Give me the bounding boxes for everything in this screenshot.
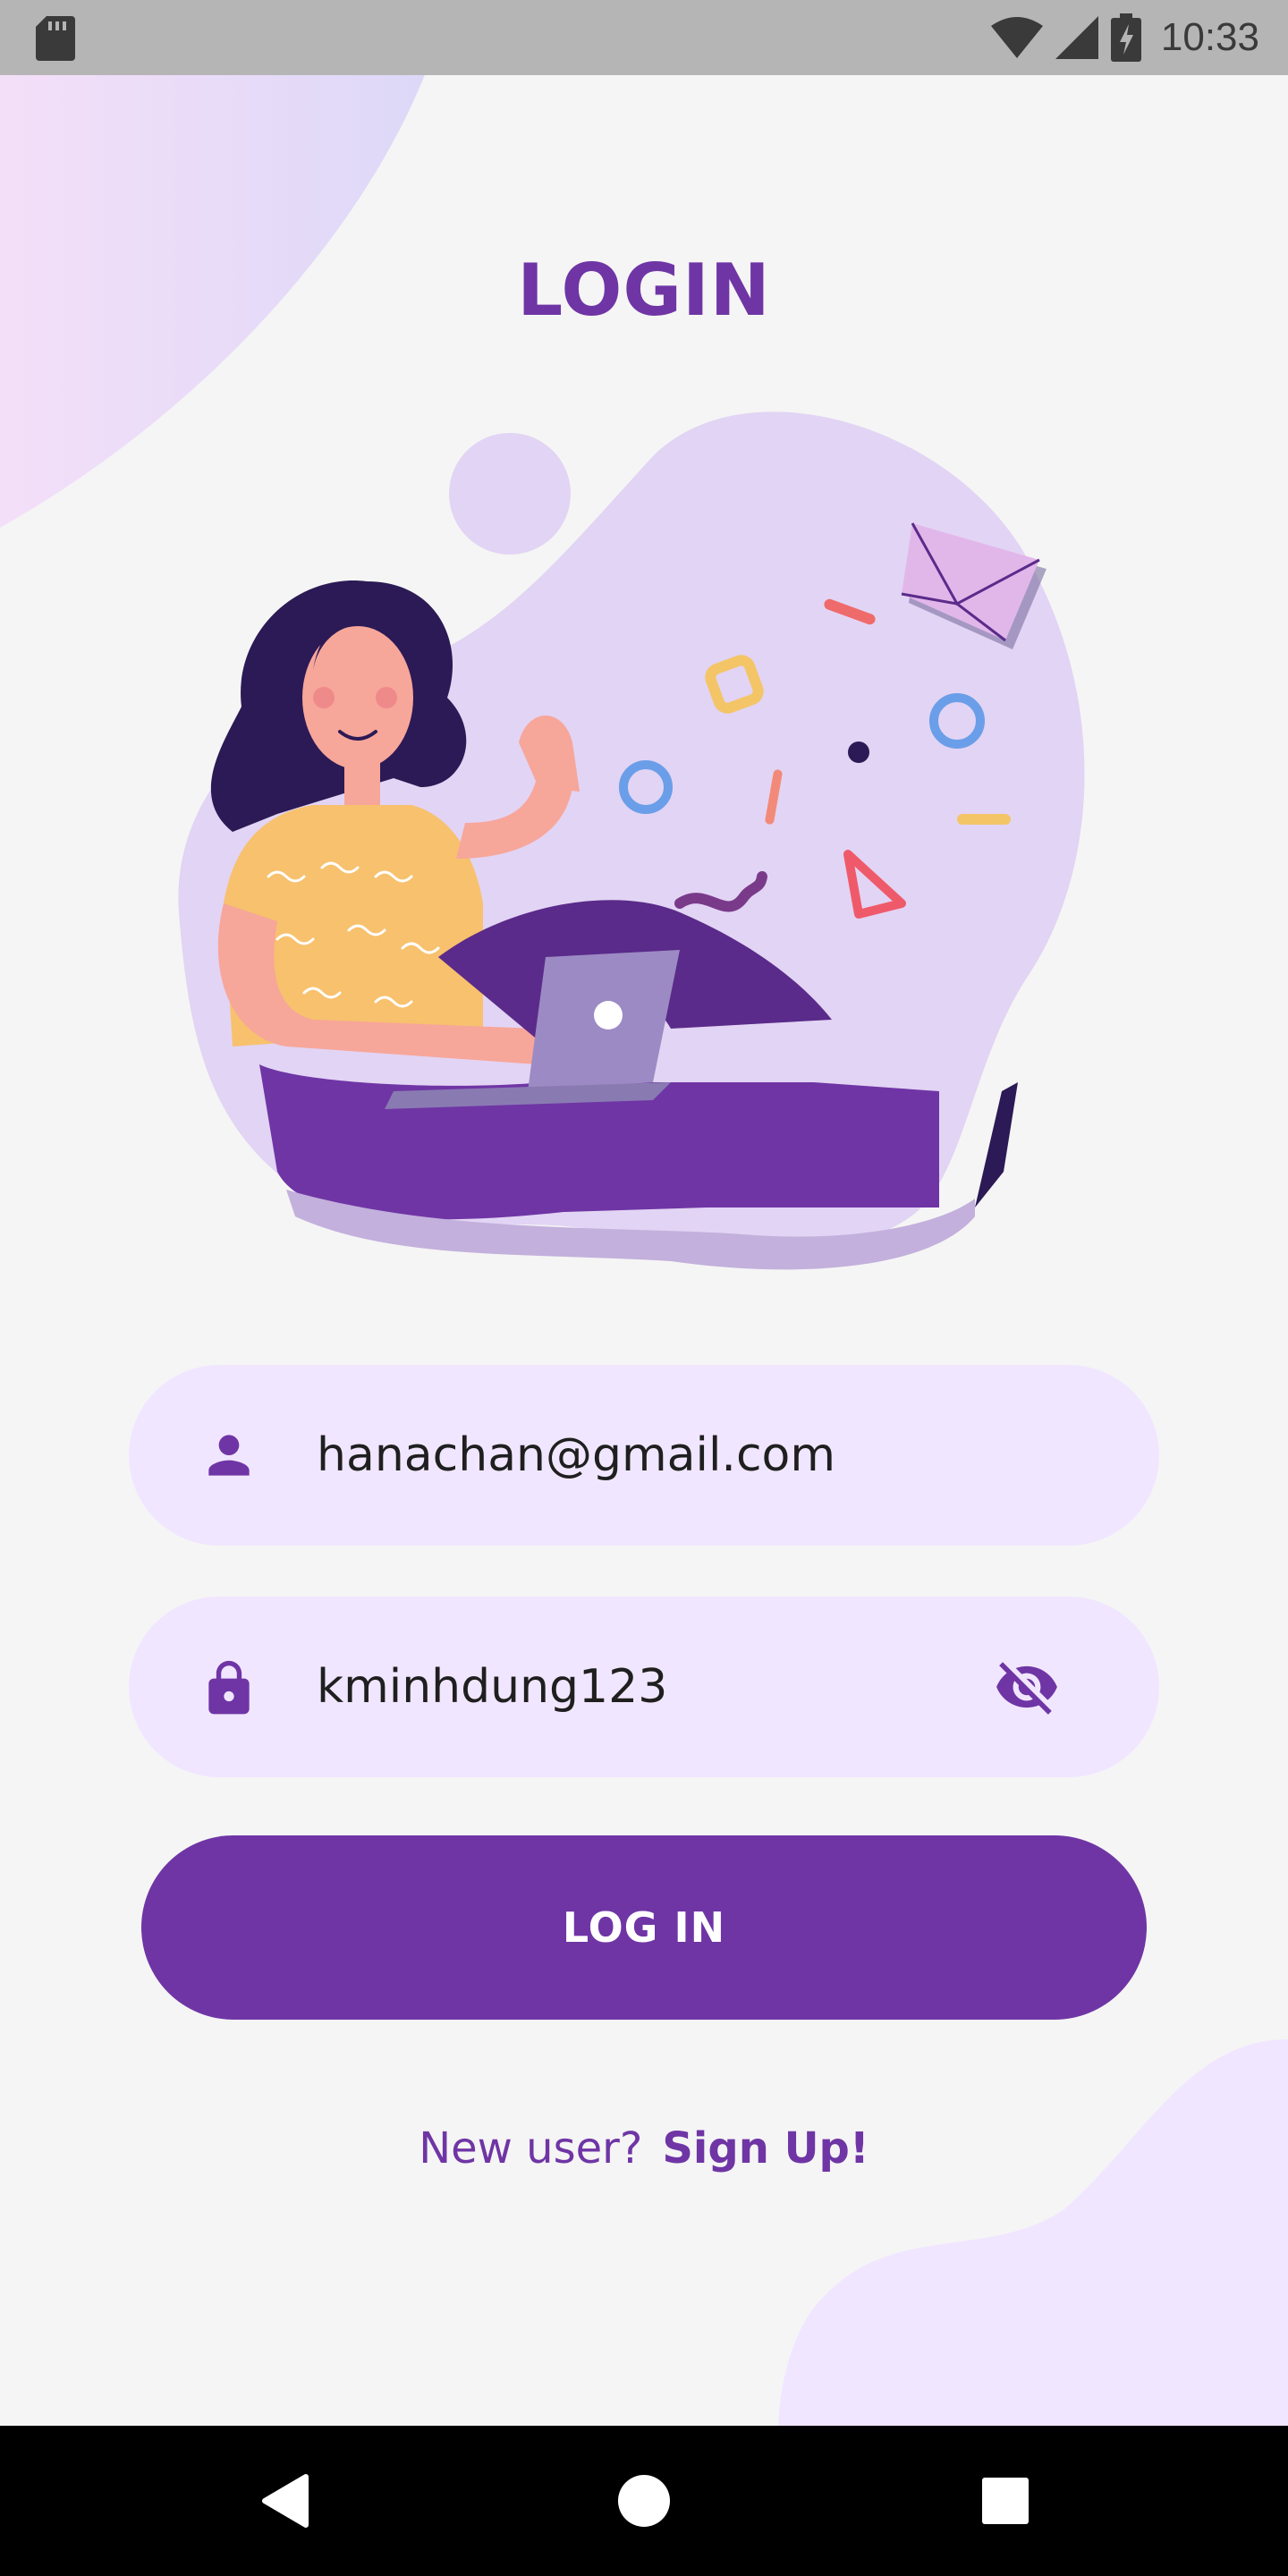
signup-prompt: New user?	[419, 2123, 643, 2174]
recents-icon	[982, 2478, 1029, 2524]
navigation-bar	[0, 2426, 1288, 2576]
back-icon	[262, 2474, 309, 2528]
status-bar: 10:33	[0, 0, 1288, 75]
password-field[interactable]: kminhdung123	[129, 1597, 1159, 1777]
sd-card-icon	[36, 16, 75, 61]
bottom-right-decoration	[778, 2039, 1288, 2433]
back-button[interactable]	[209, 2426, 360, 2576]
lock-icon	[208, 1660, 250, 1715]
wifi-icon	[990, 17, 1043, 58]
login-button[interactable]: LOG IN	[141, 1835, 1147, 2020]
recents-button[interactable]	[930, 2426, 1080, 2576]
password-input[interactable]: kminhdung123	[317, 1597, 667, 1777]
status-time: 10:33	[1160, 15, 1259, 59]
signal-icon	[1055, 16, 1098, 59]
home-icon	[618, 2475, 670, 2527]
signup-link[interactable]: Sign Up!	[662, 2123, 869, 2174]
battery-charging-icon	[1110, 13, 1141, 62]
visibility-off-icon[interactable]	[991, 1654, 1063, 1720]
signup-row: New user? Sign Up!	[0, 2123, 1288, 2174]
email-field[interactable]: hanachan@gmail.com	[129, 1365, 1159, 1546]
email-input[interactable]: hanachan@gmail.com	[317, 1365, 835, 1546]
login-illustration	[178, 411, 1085, 1270]
person-icon	[208, 1435, 250, 1476]
home-button[interactable]	[569, 2426, 719, 2576]
page-title: LOGIN	[517, 249, 771, 332]
